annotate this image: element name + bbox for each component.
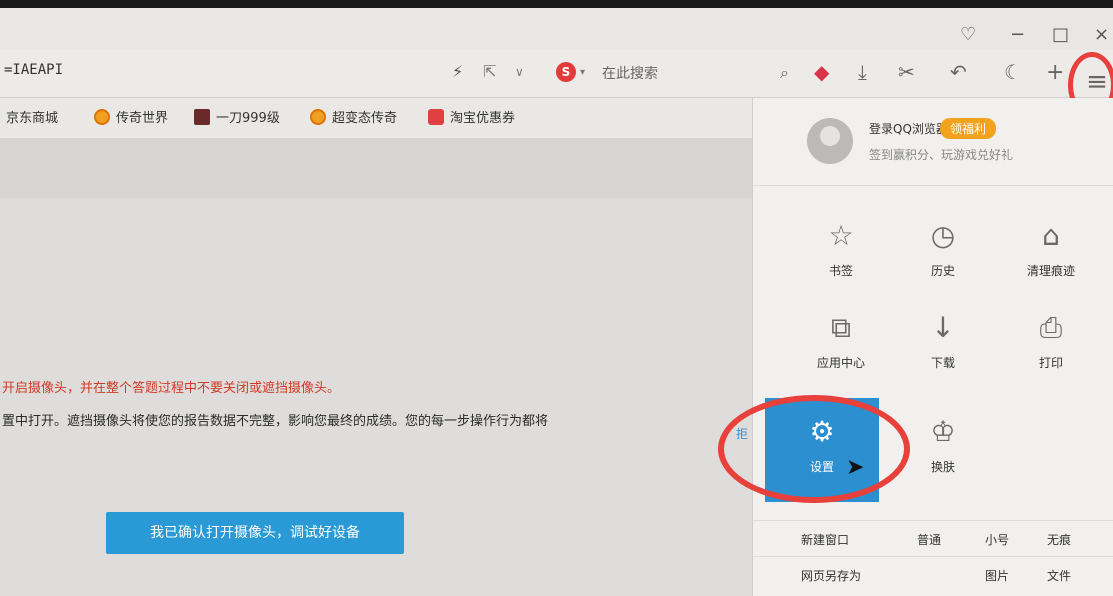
download-icon: ↓: [931, 311, 955, 344]
url-field[interactable]: =IAEAPI: [4, 62, 63, 78]
mouse-cursor-icon: ➤: [846, 455, 865, 480]
bolt-icon[interactable]: ⚡: [452, 62, 463, 81]
add-icon[interactable]: +: [1046, 60, 1064, 85]
bookmark-icon: [194, 108, 210, 125]
new-window-normal[interactable]: 普通: [917, 531, 941, 548]
bookmark-label: 淘宝优惠券: [450, 111, 516, 126]
menu-item-label: 下载: [930, 356, 955, 370]
cut-icon[interactable]: ✂: [898, 60, 915, 84]
bookmarks-bar: 京东商城 传奇世界 一刀999级 超变态传奇 淘宝优惠券: [0, 98, 752, 138]
menu-item-history[interactable]: ◷ 历史: [903, 216, 983, 296]
menu-item-downloads[interactable]: ↓ 下载: [903, 308, 983, 388]
search-icon[interactable]: ⌕: [780, 63, 789, 83]
save-page-label[interactable]: 网页另存为: [801, 567, 861, 584]
star-icon: ☆: [828, 219, 854, 252]
profile-section: 登录QQ浏览器 领福利 签到赢积分、玩游戏兑好礼: [753, 98, 1113, 186]
bookmark-jd[interactable]: 京东商城: [6, 107, 58, 126]
menu-item-bookmarks[interactable]: ☆ 书签: [801, 216, 881, 296]
web-page-content: 开启摄像头，并在整个答题过程中不要关闭或遮挡摄像头。 置中打开。遮挡摄像头将使您…: [0, 138, 752, 596]
menu-item-label: 换肤: [930, 460, 955, 474]
menu-item-clear-traces[interactable]: ⌂ 清理痕迹: [1011, 216, 1091, 296]
bookmark-label: 一刀999级: [216, 111, 280, 126]
close-icon[interactable]: ×: [1094, 24, 1109, 45]
menu-item-label: 历史: [930, 264, 955, 278]
monitor-bezel: [0, 0, 1113, 8]
new-window-row: 新建窗口 普通 小号 无痕: [753, 520, 1113, 556]
login-link[interactable]: 登录QQ浏览器: [869, 120, 948, 137]
menu-item-print[interactable]: ⎙ 打印: [1011, 308, 1091, 388]
dropdown-caret-icon[interactable]: ▾: [580, 67, 585, 78]
shirt-icon: ♔: [930, 415, 956, 448]
browser-menu-panel: 登录QQ浏览器 领福利 签到赢积分、玩游戏兑好礼 ☆ 书签 ◷ 历史 ⌂ 清理痕…: [752, 98, 1113, 596]
bookmark-chaobiantai[interactable]: 超变态传奇: [310, 107, 397, 126]
camera-warning-text: 开启摄像头，并在整个答题过程中不要关闭或遮挡摄像头。: [2, 381, 341, 396]
page-header-area: [0, 138, 752, 198]
bookmark-icon: [310, 108, 326, 125]
bookmark-label: 京东商城: [6, 111, 59, 126]
profile-tagline: 签到赢积分、玩游戏兑好礼: [869, 148, 1014, 162]
bookmark-icon: [428, 108, 444, 125]
undo-icon[interactable]: ↶: [950, 60, 967, 84]
bookmark-label: 传奇世界: [116, 111, 169, 126]
new-window-small[interactable]: 小号: [985, 531, 1009, 548]
game-icon[interactable]: ◆: [814, 60, 829, 84]
bookmark-yidao[interactable]: 一刀999级: [194, 107, 280, 126]
benefit-badge[interactable]: 领福利: [940, 118, 997, 139]
menu-item-label: 应用中心: [816, 356, 865, 370]
new-window-label[interactable]: 新建窗口: [801, 531, 849, 548]
search-engine-icon[interactable]: S: [556, 62, 576, 82]
settings-highlight-ring: [718, 395, 910, 503]
printer-icon: ⎙: [1039, 311, 1063, 344]
skin-icon[interactable]: ♡: [960, 24, 976, 45]
address-bar: =IAEAPI ⚡ ⇱ ∨ S ▾ 在此搜索 ⌕ ◆ ⤓ ✂ ↶ ☾ +: [0, 50, 1113, 98]
menu-item-label: 打印: [1038, 356, 1063, 370]
broom-icon: ⌂: [1042, 219, 1060, 252]
bookmark-icon: [94, 108, 110, 125]
save-as-image[interactable]: 图片: [985, 567, 1009, 584]
confirm-camera-button[interactable]: 我已确认打开摄像头，调试好设备: [106, 512, 404, 554]
puzzle-icon: ⧉: [831, 311, 851, 344]
chevron-down-icon[interactable]: ∨: [515, 65, 524, 79]
menu-item-skin[interactable]: ♔ 换肤: [903, 412, 983, 492]
bookmark-taobao[interactable]: 淘宝优惠券: [428, 107, 515, 126]
search-input[interactable]: 在此搜索: [602, 63, 658, 83]
clock-icon: ◷: [930, 219, 956, 252]
save-as-file[interactable]: 文件: [1047, 567, 1071, 584]
menu-item-label: 书签: [828, 264, 853, 278]
save-page-row: 网页另存为 图片 文件: [753, 556, 1113, 592]
camera-notice-text: 置中打开。遮挡摄像头将使您的报告数据不完整，影响您最终的成绩。您的每一步操作行为…: [2, 414, 549, 429]
download-icon[interactable]: ⤓: [858, 60, 867, 84]
avatar[interactable]: [807, 118, 853, 164]
night-mode-icon[interactable]: ☾: [1004, 60, 1022, 84]
minimize-icon[interactable]: −: [1010, 24, 1025, 45]
menu-item-label: 清理痕迹: [1026, 264, 1075, 278]
bookmark-label: 超变态传奇: [332, 111, 398, 126]
restore-icon[interactable]: □: [1052, 24, 1069, 45]
window-title-bar: ♡ − □ ×: [0, 8, 1113, 50]
bookmark-chuanqi[interactable]: 传奇世界: [94, 107, 168, 126]
menu-item-app-center[interactable]: ⧉ 应用中心: [801, 308, 881, 388]
share-icon[interactable]: ⇱: [483, 62, 496, 81]
new-window-incognito[interactable]: 无痕: [1047, 531, 1071, 548]
